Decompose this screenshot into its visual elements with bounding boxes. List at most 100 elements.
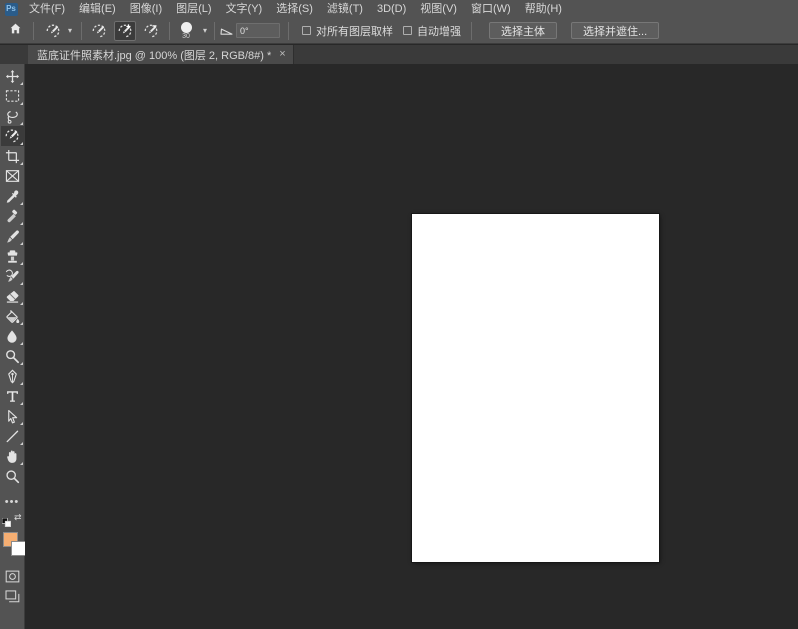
app-logo: Ps	[0, 0, 22, 18]
tool-spot-healing-brush[interactable]	[1, 206, 24, 226]
add-to-selection-mode[interactable]	[114, 20, 136, 41]
menu-bar: Ps 文件(F) 编辑(E) 图像(I) 图层(L) 文字(Y) 选择(S) 滤…	[0, 0, 798, 18]
default-colors-icon[interactable]	[1, 514, 11, 527]
close-icon[interactable]: ×	[279, 49, 285, 60]
tool-pen[interactable]	[1, 366, 24, 386]
document-tab-bar: 蓝底证件照素材.jpg @ 100% (图层 2, RGB/8#) * ×	[0, 45, 798, 64]
sample-all-layers-checkbox[interactable]: 对所有图层取样	[302, 23, 393, 39]
options-separator-6	[471, 21, 472, 40]
tool-submenu-corner	[19, 302, 23, 305]
brush-size-preview[interactable]: 30	[173, 19, 199, 43]
tool-submenu-corner	[19, 462, 23, 465]
new-selection-mode[interactable]	[88, 21, 110, 41]
tool-submenu-corner	[19, 142, 23, 145]
menu-view[interactable]: 视图(V)	[413, 0, 464, 18]
background-color-swatch[interactable]	[10, 541, 26, 556]
brush-preview-dot	[180, 21, 192, 33]
menu-3d[interactable]: 3D(D)	[370, 0, 413, 18]
menu-filter[interactable]: 滤镜(T)	[320, 0, 370, 18]
menu-edit[interactable]: 编辑(E)	[72, 0, 123, 18]
more-tools-button[interactable]: •••	[1, 492, 24, 512]
canvas-area[interactable]	[25, 64, 798, 629]
document-canvas[interactable]	[412, 214, 659, 562]
tool-submenu-corner	[19, 162, 23, 165]
tool-submenu-corner	[19, 442, 23, 445]
tool-hand[interactable]	[1, 446, 24, 466]
tool-submenu-corner	[19, 122, 23, 125]
menu-type[interactable]: 文字(Y)	[219, 0, 270, 18]
options-separator-3	[169, 21, 170, 40]
menu-select[interactable]: 选择(S)	[269, 0, 320, 18]
sample-all-layers-label: 对所有图层取样	[316, 25, 393, 38]
options-separator	[33, 21, 34, 40]
sample-all-layers-checkbox-box[interactable]	[302, 26, 311, 35]
tool-lasso[interactable]	[1, 106, 24, 126]
tool-submenu-corner	[19, 342, 23, 345]
tool-dodge[interactable]	[1, 346, 24, 366]
screen-mode-button[interactable]	[1, 586, 24, 606]
tool-history-brush[interactable]	[1, 266, 24, 286]
tool-submenu-corner	[19, 102, 23, 105]
tool-type[interactable]	[1, 386, 24, 406]
tool-submenu-corner	[19, 322, 23, 325]
tool-eyedropper[interactable]	[1, 186, 24, 206]
angle-icon	[218, 21, 234, 41]
selection-mode-group	[85, 18, 162, 44]
brush-size-value: 30	[182, 32, 190, 40]
subtract-from-selection-mode[interactable]	[140, 21, 162, 41]
options-separator-5	[288, 21, 289, 40]
tool-submenu-corner	[19, 382, 23, 385]
select-and-mask-button[interactable]: 选择并遮住...	[571, 22, 660, 39]
tool-submenu-corner	[19, 82, 23, 85]
menu-window[interactable]: 窗口(W)	[464, 0, 518, 18]
tool-rectangular-marquee[interactable]	[1, 86, 24, 106]
tool-submenu-corner	[19, 262, 23, 265]
tool-brush[interactable]	[1, 226, 24, 246]
home-button[interactable]	[0, 18, 30, 44]
tool-submenu-corner	[19, 422, 23, 425]
tool-preset-picker[interactable]: ▾	[40, 20, 78, 42]
brush-angle-group[interactable]: 0°	[218, 18, 280, 44]
auto-enhance-checkbox-box[interactable]	[403, 26, 412, 35]
tool-quick-selection[interactable]	[0, 126, 24, 146]
chevron-down-icon[interactable]: ▾	[64, 21, 76, 41]
tool-path-selection[interactable]	[1, 406, 24, 426]
auto-enhance-label: 自动增强	[417, 25, 461, 38]
swap-colors-icon[interactable]: ⇄	[14, 513, 22, 522]
menu-help[interactable]: 帮助(H)	[518, 0, 569, 18]
tool-submenu-corner	[19, 242, 23, 245]
tool-frame[interactable]	[1, 166, 24, 186]
home-icon	[9, 22, 22, 40]
photoshop-logo-icon: Ps	[4, 2, 18, 16]
menu-layer[interactable]: 图层(L)	[169, 0, 218, 18]
tool-submenu-corner	[19, 222, 23, 225]
tool-zoom[interactable]	[1, 466, 24, 486]
menu-file[interactable]: 文件(F)	[22, 0, 72, 18]
brush-size-group[interactable]: 30 ▾	[173, 18, 211, 44]
photoshop-window: Ps 文件(F) 编辑(E) 图像(I) 图层(L) 文字(Y) 选择(S) 滤…	[0, 0, 798, 629]
auto-enhance-checkbox[interactable]: 自动增强	[403, 23, 461, 39]
color-controls-mini-row: ⇄	[0, 512, 25, 527]
tool-eraser[interactable]	[1, 286, 24, 306]
menu-image[interactable]: 图像(I)	[123, 0, 169, 18]
tool-blur[interactable]	[1, 326, 24, 346]
quick-mask-button[interactable]	[1, 566, 24, 586]
ellipsis-icon: •••	[4, 496, 20, 508]
select-subject-button[interactable]: 选择主体	[489, 22, 557, 39]
tools-panel: ••• ⇄	[0, 64, 26, 629]
quick-selection-icon	[42, 21, 64, 41]
brush-angle-input[interactable]: 0°	[236, 23, 280, 38]
tool-clone-stamp[interactable]	[1, 246, 24, 266]
document-tab[interactable]: 蓝底证件照素材.jpg @ 100% (图层 2, RGB/8#) * ×	[28, 45, 294, 64]
color-swatches	[0, 528, 26, 562]
tool-move[interactable]	[1, 66, 24, 86]
brush-size-chevron-down-icon[interactable]: ▾	[199, 21, 211, 41]
tool-submenu-corner	[19, 362, 23, 365]
tool-gradient[interactable]	[1, 306, 24, 326]
document-tab-label: 蓝底证件照素材.jpg @ 100% (图层 2, RGB/8#) *	[37, 49, 272, 62]
tool-crop[interactable]	[1, 146, 24, 166]
tool-shape-line[interactable]	[1, 426, 24, 446]
tool-submenu-corner	[19, 202, 23, 205]
options-separator-4	[214, 21, 215, 40]
tool-submenu-corner	[19, 282, 23, 285]
